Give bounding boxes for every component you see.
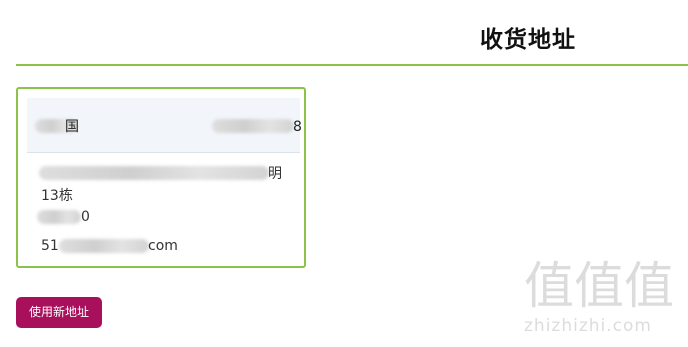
email-suffix-fragment: com [148,238,178,254]
page: 收货地址 国 8 明 13栋 0 51 com 使用新地址 值值值 zhizhi… [0,0,688,347]
use-new-address-button[interactable]: 使用新地址 [16,297,102,328]
street-address-fragment: 明 [268,166,282,182]
watermark-logo: 值值值 zhizhizhi.com [524,258,680,344]
recipient-name-fragment: 国 [65,119,79,135]
redacted-postal-code [37,210,81,224]
title-divider [16,64,688,66]
page-title: 收货地址 [480,27,576,53]
building-number: 13栋 [41,188,73,204]
email-prefix-fragment: 51 [41,238,59,254]
address-card[interactable]: 国 8 明 13栋 0 51 com [16,87,306,268]
redacted-street-address [39,166,269,180]
address-card-header: 国 8 [27,98,302,153]
watermark-glyphs: 值值值 [524,257,674,315]
watermark-domain: zhizhizhi.com [524,316,652,336]
postal-code-fragment: 0 [81,209,90,225]
redacted-email [59,239,149,253]
phone-number-fragment: 8 [293,119,302,135]
redacted-phone-number [212,119,294,133]
